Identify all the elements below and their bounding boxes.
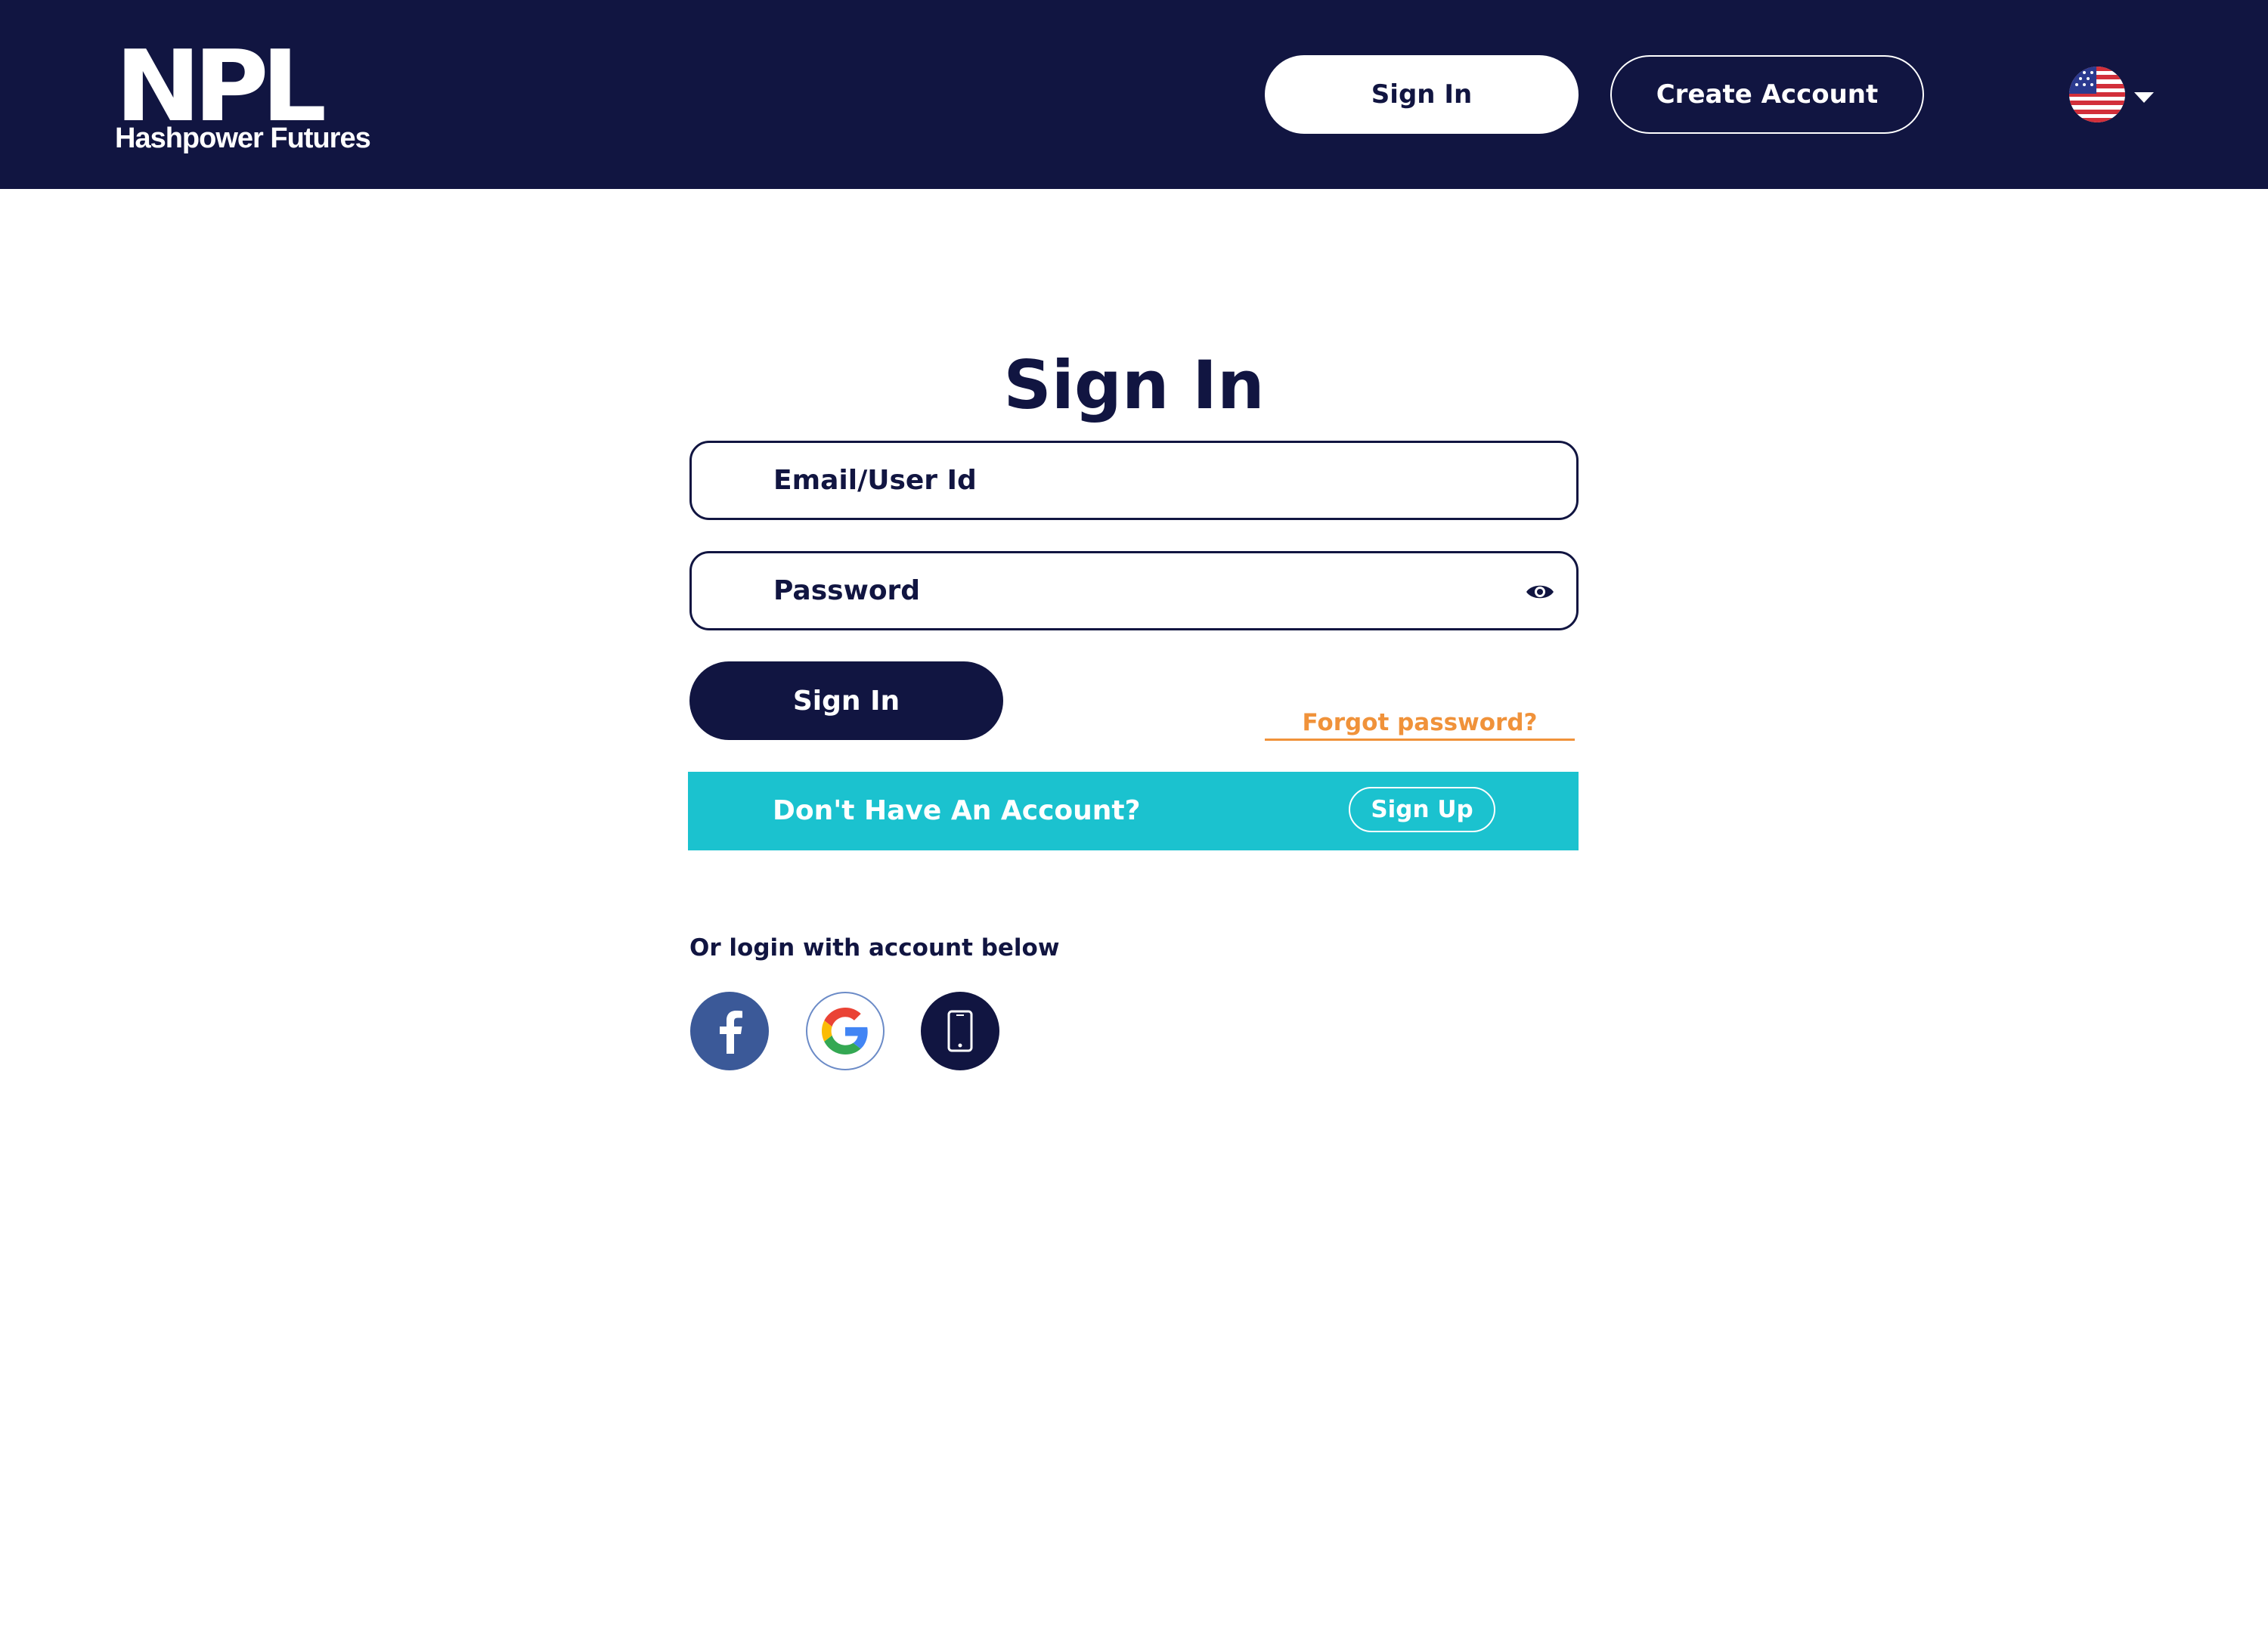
facebook-login-button[interactable] (690, 992, 769, 1070)
npl-logo[interactable]: NPL Hashpower Futures (115, 29, 371, 157)
no-account-text: Don't Have An Account? (773, 795, 1141, 826)
logo-subtitle: Hashpower Futures (115, 122, 371, 154)
create-account-button[interactable]: Create Account (1610, 55, 1924, 134)
page-title: Sign In (1003, 346, 1265, 424)
password-input[interactable] (692, 553, 1576, 628)
forgot-password-link[interactable]: Forgot password? (1265, 708, 1575, 741)
logo-mark: NPL (115, 29, 327, 144)
top-header: NPL Hashpower Futures Sign In Create Acc… (0, 0, 2268, 189)
alt-login-text: Or login with account below (689, 934, 1060, 962)
signup-button[interactable]: Sign Up (1349, 787, 1495, 832)
facebook-icon (720, 1011, 742, 1054)
signin-button[interactable]: Sign In (689, 661, 1003, 740)
password-field[interactable] (689, 551, 1579, 630)
language-selector[interactable] (2069, 67, 2154, 124)
signup-banner: Don't Have An Account? Sign Up (688, 772, 1579, 850)
email-input[interactable] (692, 443, 1576, 518)
google-icon (822, 1008, 868, 1054)
email-field[interactable] (689, 441, 1579, 520)
header-signin-button[interactable]: Sign In (1265, 55, 1579, 134)
chevron-down-icon (2134, 92, 2154, 103)
phone-login-button[interactable] (921, 992, 999, 1070)
google-login-button[interactable] (806, 992, 885, 1070)
us-flag-icon (2069, 67, 2125, 122)
eye-icon[interactable] (1525, 581, 1555, 603)
phone-icon (947, 1010, 973, 1052)
